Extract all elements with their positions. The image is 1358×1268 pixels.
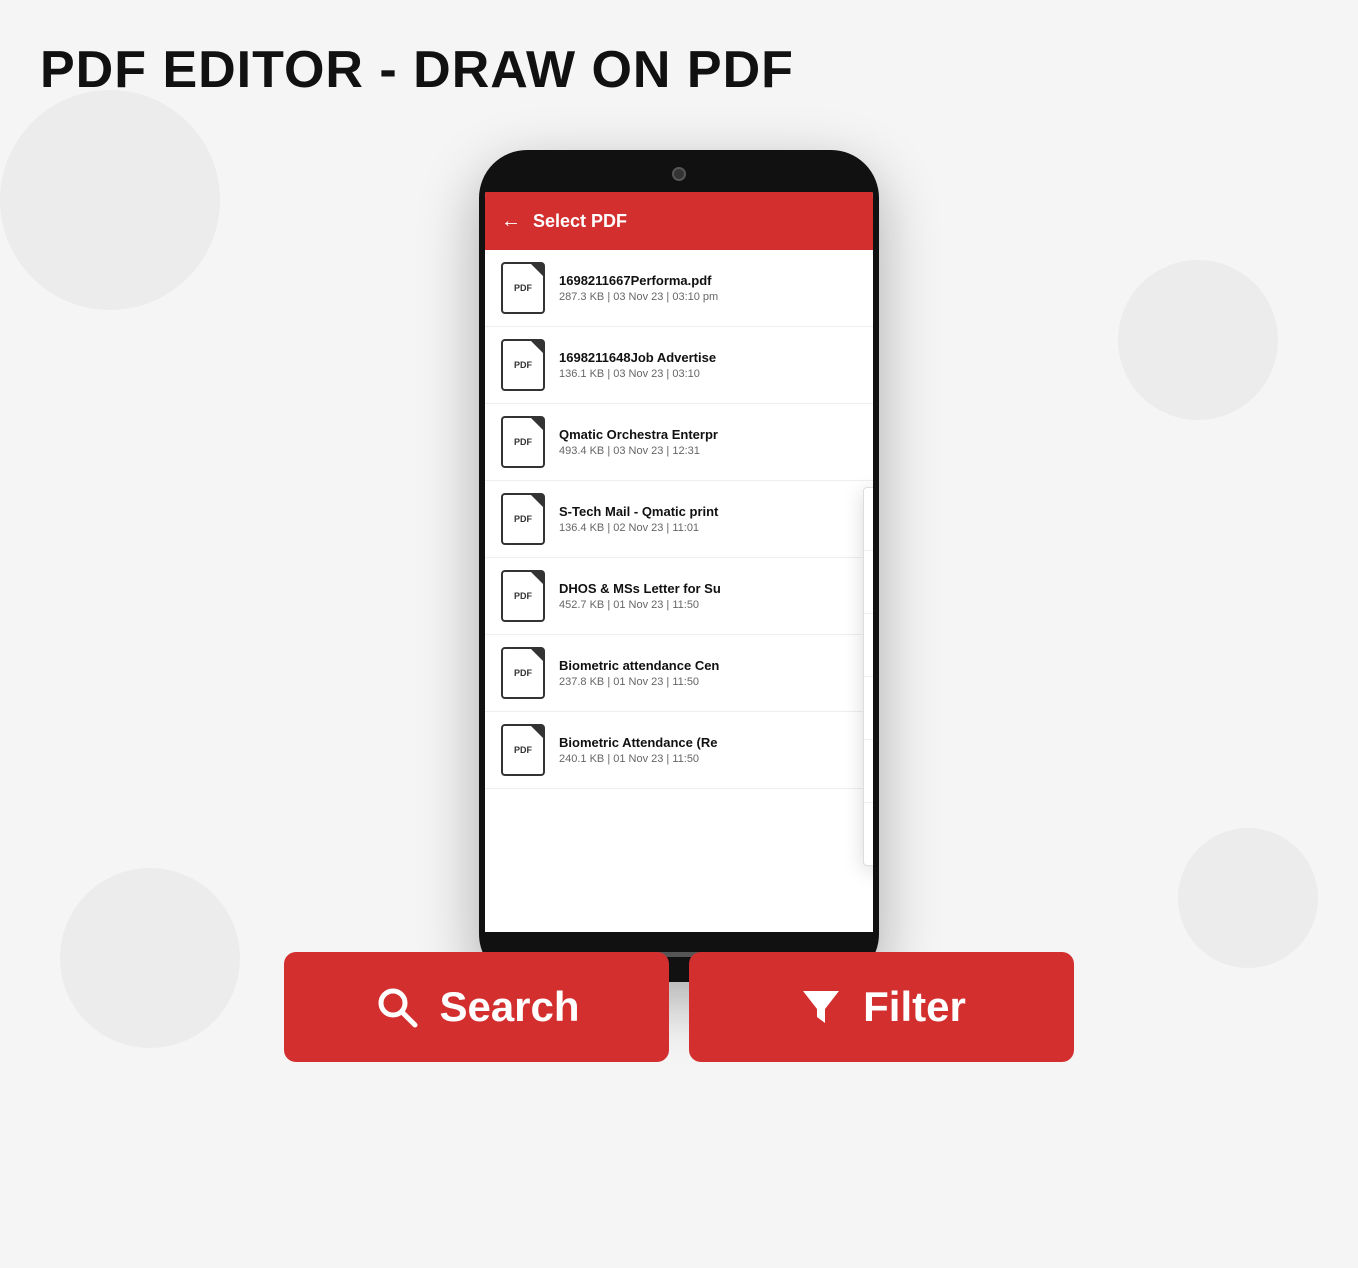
pdf-name-5: Biometric attendance Cen	[559, 658, 857, 673]
pdf-name-4: DHOS & MSs Letter for Su	[559, 581, 857, 596]
sort-option-5[interactable]: Size Descending	[864, 803, 873, 865]
deco-circle-tl	[0, 90, 220, 310]
pdf-meta-2: 493.4 KB | 03 Nov 23 | 12:31	[559, 445, 857, 457]
pdf-icon-4: PDF	[501, 570, 545, 622]
pdf-meta-6: 240.1 KB | 01 Nov 23 | 11:50	[559, 753, 857, 765]
pdf-name-2: Qmatic Orchestra Enterpr	[559, 427, 857, 442]
app-header: ← Select PDF	[485, 192, 873, 250]
sort-option-3[interactable]: Date Descending	[864, 677, 873, 740]
pdf-name-0: 1698211667Performa.pdf	[559, 273, 857, 288]
pdf-item-6[interactable]: PDF Biometric Attendance (Re 240.1 KB | …	[485, 712, 873, 789]
pdf-meta-4: 452.7 KB | 01 Nov 23 | 11:50	[559, 599, 857, 611]
pdf-meta-5: 237.8 KB | 01 Nov 23 | 11:50	[559, 676, 857, 688]
sort-dropdown: Name Ascending Name Descending Date Asce…	[863, 487, 873, 866]
pdf-meta-0: 287.3 KB | 03 Nov 23 | 03:10 pm	[559, 291, 857, 303]
main-scene: ← Select PDF PDF 1698211667Performa.pdf …	[279, 150, 1079, 1062]
pdf-item-1[interactable]: PDF 1698211648Job Advertise 136.1 KB | 0…	[485, 327, 873, 404]
pdf-item-4[interactable]: PDF DHOS & MSs Letter for Su 452.7 KB | …	[485, 558, 873, 635]
filter-button-label: Filter	[863, 983, 966, 1031]
phone-frame: ← Select PDF PDF 1698211667Performa.pdf …	[479, 150, 879, 982]
filter-button[interactable]: Filter	[689, 952, 1074, 1062]
pdf-name-3: S-Tech Mail - Qmatic print	[559, 504, 857, 519]
pdf-name-1: 1698211648Job Advertise	[559, 350, 857, 365]
filter-icon	[797, 983, 845, 1031]
pdf-icon-2: PDF	[501, 416, 545, 468]
sort-option-2[interactable]: Date Ascending	[864, 614, 873, 677]
pdf-icon-5: PDF	[501, 647, 545, 699]
back-button[interactable]: ←	[501, 210, 521, 233]
bottom-buttons: Search Filter	[284, 952, 1074, 1062]
search-button[interactable]: Search	[284, 952, 669, 1062]
phone-screen: ← Select PDF PDF 1698211667Performa.pdf …	[485, 192, 873, 932]
sort-option-1[interactable]: Name Descending	[864, 551, 873, 614]
pdf-item-5[interactable]: PDF Biometric attendance Cen 237.8 KB | …	[485, 635, 873, 712]
pdf-icon-1: PDF	[501, 339, 545, 391]
pdf-meta-1: 136.1 KB | 03 Nov 23 | 03:10	[559, 368, 857, 380]
pdf-item-2[interactable]: PDF Qmatic Orchestra Enterpr 493.4 KB | …	[485, 404, 873, 481]
pdf-icon-6: PDF	[501, 724, 545, 776]
pdf-meta-3: 136.4 KB | 02 Nov 23 | 11:01	[559, 522, 857, 534]
phone-notch-bar	[485, 156, 873, 192]
page-title: PDF EDITOR - DRAW ON PDF	[20, 40, 1338, 100]
deco-circle-bl	[60, 868, 240, 1048]
pdf-item-3[interactable]: PDF S-Tech Mail - Qmatic print 136.4 KB …	[485, 481, 873, 558]
search-icon	[373, 983, 421, 1031]
deco-circle-tr	[1118, 260, 1278, 420]
pdf-item-0[interactable]: PDF 1698211667Performa.pdf 287.3 KB | 03…	[485, 250, 873, 327]
search-button-label: Search	[439, 983, 579, 1031]
notch-camera	[672, 167, 686, 181]
deco-circle-br	[1178, 828, 1318, 968]
pdf-list: PDF 1698211667Performa.pdf 287.3 KB | 03…	[485, 250, 873, 789]
app-header-title: Select PDF	[533, 211, 627, 232]
pdf-icon-0: PDF	[501, 262, 545, 314]
pdf-icon-3: PDF	[501, 493, 545, 545]
sort-option-4[interactable]: Size Ascending	[864, 740, 873, 803]
pdf-name-6: Biometric Attendance (Re	[559, 735, 857, 750]
sort-option-0[interactable]: Name Ascending	[864, 488, 873, 551]
